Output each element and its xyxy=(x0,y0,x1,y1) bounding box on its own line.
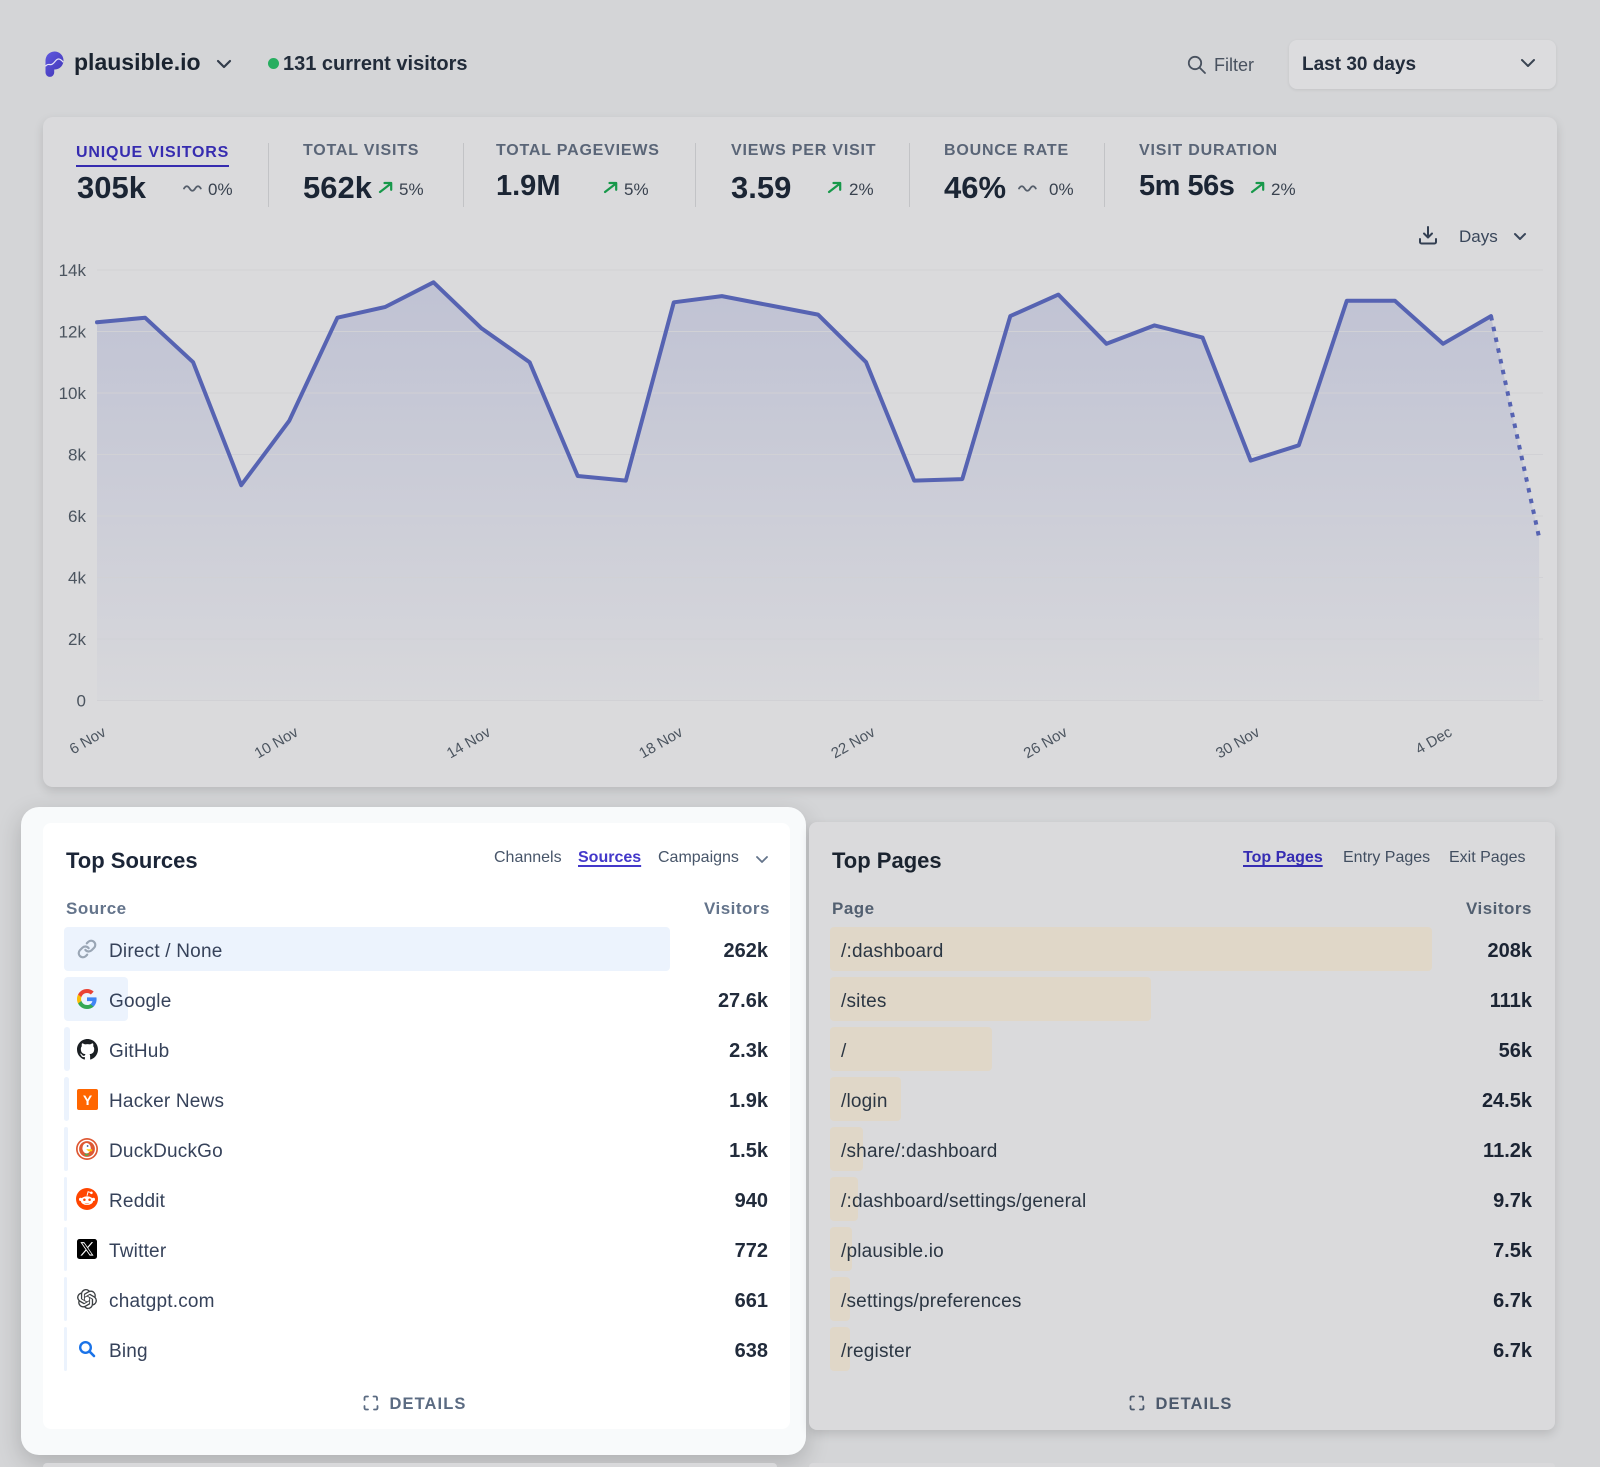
svg-text:4k: 4k xyxy=(68,569,86,588)
svg-text:10 Nov: 10 Nov xyxy=(252,723,302,762)
svg-text:Y: Y xyxy=(82,1092,92,1108)
svg-text:14 Nov: 14 Nov xyxy=(444,723,494,762)
svg-text:0: 0 xyxy=(77,692,86,711)
svg-text:2k: 2k xyxy=(68,630,86,649)
svg-text:6k: 6k xyxy=(68,507,86,526)
svg-text:30 Nov: 30 Nov xyxy=(1213,723,1263,762)
svg-text:10k: 10k xyxy=(59,384,87,403)
svg-text:26 Nov: 26 Nov xyxy=(1021,723,1071,762)
svg-text:12k: 12k xyxy=(59,323,87,342)
svg-text:18 Nov: 18 Nov xyxy=(636,723,686,762)
svg-text:6 Nov: 6 Nov xyxy=(67,723,110,758)
svg-text:4 Dec: 4 Dec xyxy=(1413,723,1456,758)
svg-text:14k: 14k xyxy=(59,261,87,280)
svg-text:8k: 8k xyxy=(68,446,86,465)
svg-text:22 Nov: 22 Nov xyxy=(828,723,878,762)
